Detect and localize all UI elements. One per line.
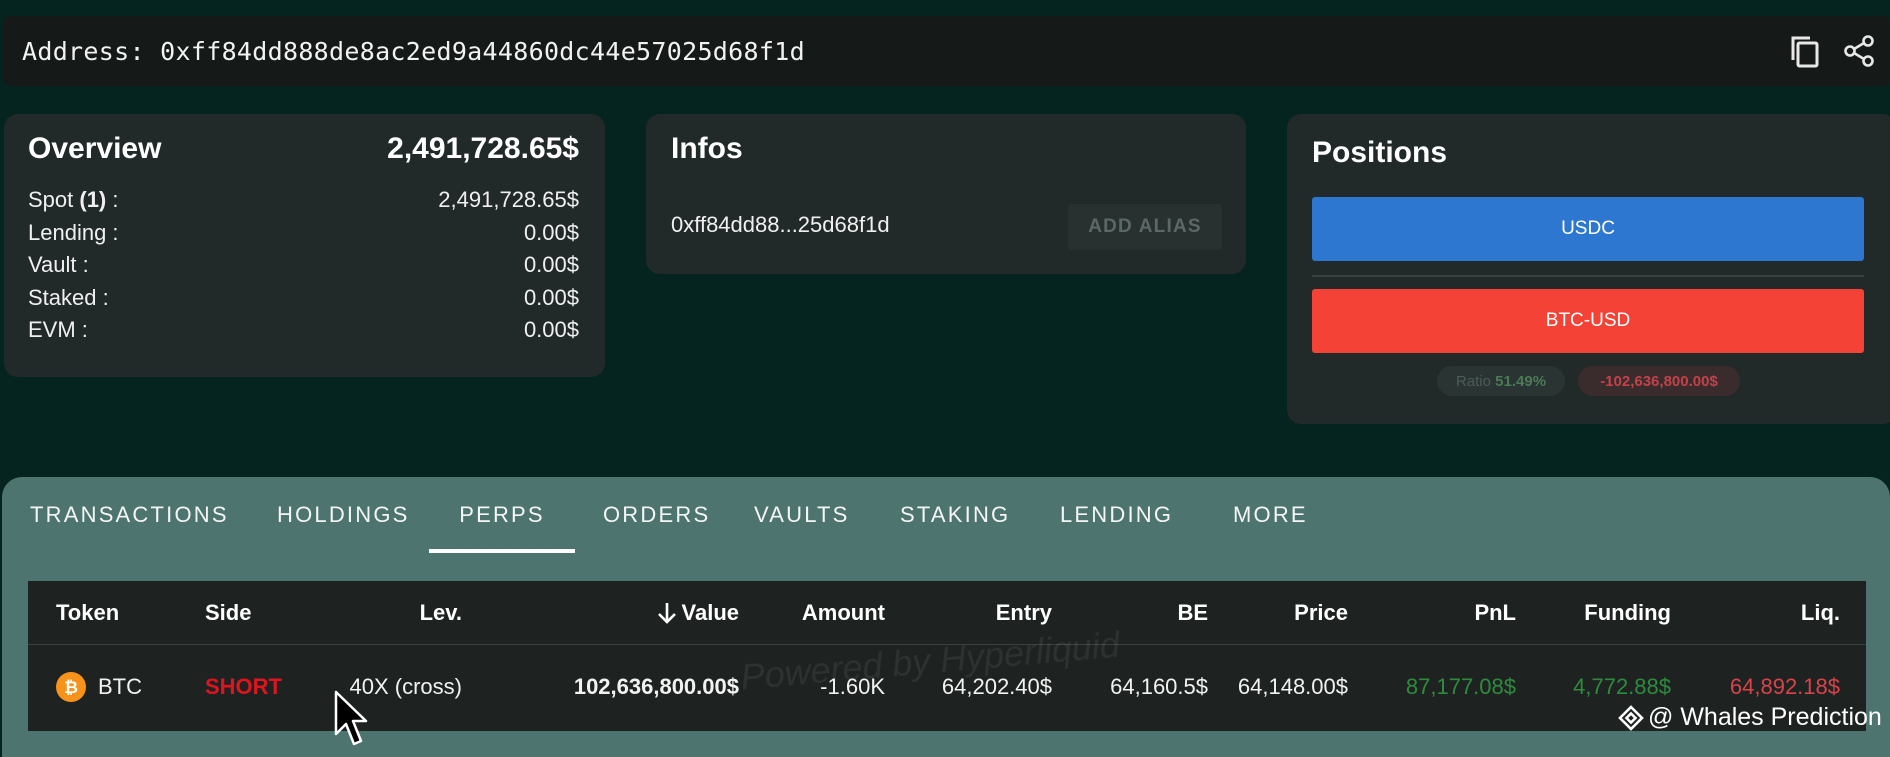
overview-value: 0.00$: [523, 252, 579, 277]
overview-label: Vault :: [28, 252, 89, 277]
table-header: Token Side Lev. Value Amount Entry BE Pr…: [28, 581, 1866, 645]
share-icon[interactable]: [1842, 34, 1876, 68]
usdc-position-bar[interactable]: USDC: [1312, 197, 1864, 261]
header-be[interactable]: BE: [1177, 581, 1208, 644]
cell-pnl: 87,177.08$: [1405, 674, 1516, 699]
table-row[interactable]: ₿ BTC SHORT 40X (cross) 102,636,800.00$ …: [28, 645, 1866, 729]
overview-value: 0.00$: [523, 284, 579, 310]
bitcoin-icon: ₿: [56, 672, 86, 702]
header-price[interactable]: Price: [1294, 581, 1348, 644]
cell-side: SHORT: [205, 674, 282, 699]
positions-title: Positions: [1312, 136, 1448, 169]
cell-token: ₿ BTC: [56, 645, 142, 729]
overview-row-lending: Lending : 0.00$: [28, 217, 579, 250]
header-value[interactable]: Value: [656, 581, 739, 644]
overview-row-spot: Spot (1) : 2,491,728.65$: [28, 184, 579, 217]
btc-usd-position-bar[interactable]: BTC-USD: [1312, 289, 1864, 353]
arrow-down-icon: [657, 602, 676, 624]
positions-card: Positions USDC BTC-USD Ratio 51.49% -102…: [1287, 114, 1890, 424]
address-bar: Address: 0xff84dd888de8ac2ed9a44860dc44e…: [4, 16, 1890, 86]
address-actions: [1788, 34, 1876, 68]
header-value-label: Value: [681, 600, 739, 625]
tab-holdings[interactable]: HOLDINGS: [277, 477, 410, 553]
header-side[interactable]: Side: [205, 581, 251, 644]
overview-row-evm: EVM : 0.00$: [28, 314, 579, 347]
overview-rows: Spot (1) : 2,491,728.65$ Lending : 0.00$…: [28, 184, 579, 347]
overview-label: EVM :: [28, 317, 88, 342]
ratio-badge: Ratio 51.49%: [1437, 366, 1565, 396]
overview-value: 2,491,728.65$: [438, 187, 579, 212]
tab-staking[interactable]: STAKING: [900, 477, 1010, 553]
infos-title: Infos: [671, 132, 743, 165]
infos-card: Infos 0xff84dd88...25d68f1d ADD ALIAS: [646, 114, 1246, 274]
overview-header: Overview 2,491,728.65$: [28, 132, 579, 166]
header-liq[interactable]: Liq.: [1801, 581, 1840, 644]
cell-price: 64,148.00$: [1237, 674, 1348, 699]
tabs-panel: TRANSACTIONS HOLDINGS PERPS ORDERS VAULT…: [2, 477, 1890, 757]
header-amount[interactable]: Amount: [802, 581, 885, 644]
overview-title: Overview: [28, 132, 162, 165]
overview-value: 0.00$: [523, 317, 579, 342]
header-funding[interactable]: Funding: [1584, 581, 1671, 644]
cell-amount: -1.60K: [820, 674, 885, 699]
token-name: BTC: [98, 674, 142, 699]
delta-badge: -102,636,800.00$: [1578, 366, 1740, 396]
overview-label: Staked :: [28, 284, 109, 310]
tab-perps[interactable]: PERPS: [429, 477, 575, 553]
brand-text: @ Whales Prediction: [1648, 703, 1882, 731]
overview-row-staked: Staked : 0.00$: [28, 282, 579, 315]
tab-orders[interactable]: ORDERS: [603, 477, 710, 553]
cell-be: 64,160.5$: [1110, 674, 1208, 699]
header-lev[interactable]: Lev.: [420, 581, 462, 644]
cell-value: 102,636,800.00$: [573, 674, 739, 699]
overview-card: Overview 2,491,728.65$ Spot (1) : 2,491,…: [4, 114, 605, 377]
brand-watermark: @ Whales Prediction: [1618, 703, 1882, 732]
overview-row-vault: Vault : 0.00$: [28, 249, 579, 282]
header-entry[interactable]: Entry: [996, 581, 1052, 644]
overview-label: Lending :: [28, 219, 119, 245]
tab-lending[interactable]: LENDING: [1060, 477, 1173, 553]
cell-entry: 64,202.40$: [941, 674, 1052, 699]
ratio-label: Ratio: [1455, 372, 1491, 390]
header-token[interactable]: Token: [56, 581, 119, 644]
ratio-value: 51.49%: [1495, 372, 1547, 390]
positions-divider: [1312, 275, 1864, 277]
tab-vaults[interactable]: VAULTS: [754, 477, 850, 553]
infos-short-address: 0xff84dd88...25d68f1d: [671, 212, 890, 237]
mouse-cursor-icon: [334, 690, 368, 746]
svg-text:₿: ₿: [64, 678, 78, 698]
overview-label: Spot (1) :: [28, 187, 119, 212]
perps-table: Token Side Lev. Value Amount Entry BE Pr…: [28, 581, 1866, 731]
overview-total: 2,491,728.65$: [387, 132, 579, 165]
copy-icon[interactable]: [1788, 34, 1822, 68]
overview-value: 0.00$: [523, 219, 579, 245]
add-alias-button[interactable]: ADD ALIAS: [1068, 204, 1222, 250]
binance-diamond-icon: [1618, 704, 1644, 731]
header-pnl[interactable]: PnL: [1474, 581, 1516, 644]
tab-transactions[interactable]: TRANSACTIONS: [30, 477, 229, 553]
tab-more[interactable]: MORE: [1233, 477, 1308, 553]
tab-bar: TRANSACTIONS HOLDINGS PERPS ORDERS VAULT…: [2, 477, 1890, 553]
address-text: Address: 0xff84dd888de8ac2ed9a44860dc44e…: [22, 36, 805, 66]
